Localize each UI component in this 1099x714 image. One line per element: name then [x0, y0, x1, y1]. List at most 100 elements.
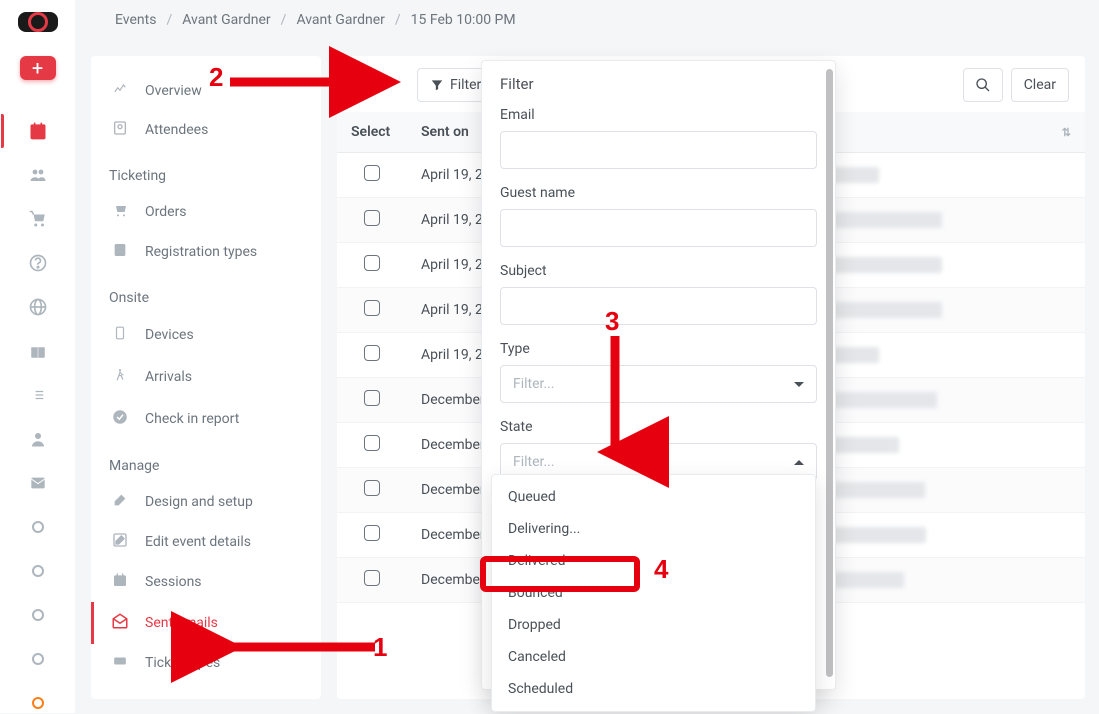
cart-icon[interactable] — [27, 208, 49, 230]
circle-5-icon[interactable] — [27, 692, 49, 714]
row-checkbox[interactable] — [364, 300, 380, 316]
row-checkbox[interactable] — [364, 345, 380, 361]
nav-checkin[interactable]: Check in report — [91, 398, 321, 440]
breadcrumb-sep: / — [166, 12, 172, 28]
nav-label: Overview — [145, 83, 202, 99]
chevron-up-icon — [794, 460, 804, 465]
subject-label: Subject — [500, 263, 817, 279]
nav-label: Edit event details — [145, 534, 251, 550]
guest-name-label: Guest name — [500, 185, 817, 201]
filter-type-select[interactable]: Filter... — [500, 365, 817, 403]
nav-label: Check in report — [145, 411, 239, 427]
popover-scrollbar[interactable] — [826, 69, 833, 677]
row-checkbox[interactable] — [364, 525, 380, 541]
walk-icon — [109, 366, 131, 388]
list-icon[interactable] — [27, 384, 49, 406]
circle-1-icon[interactable] — [27, 516, 49, 538]
help-icon[interactable] — [27, 252, 49, 274]
search-button[interactable] — [963, 68, 1003, 102]
row-checkbox[interactable] — [364, 210, 380, 226]
crumb-account[interactable]: Avant Gardner — [182, 12, 270, 28]
state-option-delivered[interactable]: Delivered — [492, 545, 815, 577]
circle-2-icon[interactable] — [27, 560, 49, 582]
state-label: State — [500, 419, 817, 435]
email-label: Email — [500, 107, 817, 123]
phone-icon — [109, 324, 131, 346]
globe-icon[interactable] — [27, 296, 49, 318]
ticket-icon — [109, 654, 131, 672]
nav-overview[interactable]: Overview — [91, 72, 321, 110]
mail-icon[interactable] — [27, 472, 49, 494]
edit-icon — [109, 532, 131, 552]
section-onsite: Onsite — [91, 272, 321, 314]
row-checkbox[interactable] — [364, 435, 380, 451]
nav-sent-emails[interactable]: Sent emails — [91, 602, 321, 644]
chevron-down-icon — [794, 382, 804, 387]
add-button[interactable]: + — [20, 56, 56, 80]
filter-subject-input[interactable] — [500, 287, 817, 325]
chart-icon — [109, 82, 131, 100]
state-option-delivering[interactable]: Delivering... — [492, 513, 815, 545]
nav-devices[interactable]: Devices — [91, 314, 321, 356]
nav-edit-details[interactable]: Edit event details — [91, 522, 321, 562]
nav-label: Attendees — [145, 122, 208, 138]
calendar-icon[interactable] — [27, 120, 49, 142]
nav-ticket-types[interactable]: Ticket types — [91, 644, 321, 682]
circle-4-icon[interactable] — [27, 648, 49, 670]
crumb-date[interactable]: 15 Feb 10:00 PM — [411, 12, 516, 28]
breadcrumb: Events / Avant Gardner / Avant Gardner /… — [95, 0, 1099, 40]
crumb-event[interactable]: Avant Gardner — [296, 12, 384, 28]
nav-label: Sessions — [145, 574, 202, 590]
state-option-queued[interactable]: Queued — [492, 481, 815, 513]
doc-icon — [109, 242, 131, 262]
breadcrumb-sep: / — [395, 12, 401, 28]
row-checkbox[interactable] — [364, 480, 380, 496]
clear-button[interactable]: Clear — [1011, 68, 1069, 102]
side-panel: Overview Attendees Ticketing Orders Regi… — [91, 56, 321, 699]
users-icon[interactable] — [27, 164, 49, 186]
state-option-scheduled[interactable]: Scheduled — [492, 673, 815, 705]
state-option-dropped[interactable]: Dropped — [492, 609, 815, 641]
icon-rail: + — [0, 0, 75, 713]
cart-icon — [109, 202, 131, 222]
nav-label: Sent emails — [145, 615, 218, 631]
section-manage: Manage — [91, 440, 321, 482]
search-icon — [975, 77, 991, 93]
circle-3-icon[interactable] — [27, 604, 49, 626]
brush-icon — [109, 492, 131, 512]
nav-arrivals[interactable]: Arrivals — [91, 356, 321, 398]
nav-attendees[interactable]: Attendees — [91, 110, 321, 150]
state-option-canceled[interactable]: Canceled — [492, 641, 815, 673]
nav-label: Orders — [145, 204, 187, 220]
state-option-bounced[interactable]: Bounced — [492, 577, 815, 609]
nav-design[interactable]: Design and setup — [91, 482, 321, 522]
row-checkbox[interactable] — [364, 165, 380, 181]
nav-regtypes[interactable]: Registration types — [91, 232, 321, 272]
nav-label: Registration types — [145, 244, 257, 260]
calendar-icon — [109, 572, 131, 592]
nav-orders[interactable]: Orders — [91, 192, 321, 232]
filter-email-input[interactable] — [500, 131, 817, 169]
crumb-events[interactable]: Events — [115, 12, 156, 28]
app-logo[interactable] — [18, 12, 58, 32]
badge-icon — [109, 120, 131, 140]
type-label: Type — [500, 341, 817, 357]
nav-label: Ticket types — [145, 655, 220, 671]
check-circle-icon — [109, 408, 131, 430]
nav-label: Arrivals — [145, 369, 192, 385]
type-placeholder: Filter... — [513, 376, 555, 392]
filter-guest-input[interactable] — [500, 209, 817, 247]
col-select: Select — [351, 124, 390, 140]
section-ticketing: Ticketing — [91, 150, 321, 192]
sort-icon[interactable]: ⇅ — [1062, 126, 1071, 139]
gift-icon[interactable] — [27, 340, 49, 362]
row-checkbox[interactable] — [364, 390, 380, 406]
person-icon[interactable] — [27, 428, 49, 450]
nav-sessions[interactable]: Sessions — [91, 562, 321, 602]
state-dropdown: Queued Delivering... Delivered Bounced D… — [491, 474, 816, 712]
row-checkbox[interactable] — [364, 255, 380, 271]
row-checkbox[interactable] — [364, 570, 380, 586]
state-placeholder: Filter... — [513, 454, 555, 470]
filter-icon — [430, 78, 444, 92]
col-sent-on[interactable]: Sent on — [421, 124, 469, 140]
